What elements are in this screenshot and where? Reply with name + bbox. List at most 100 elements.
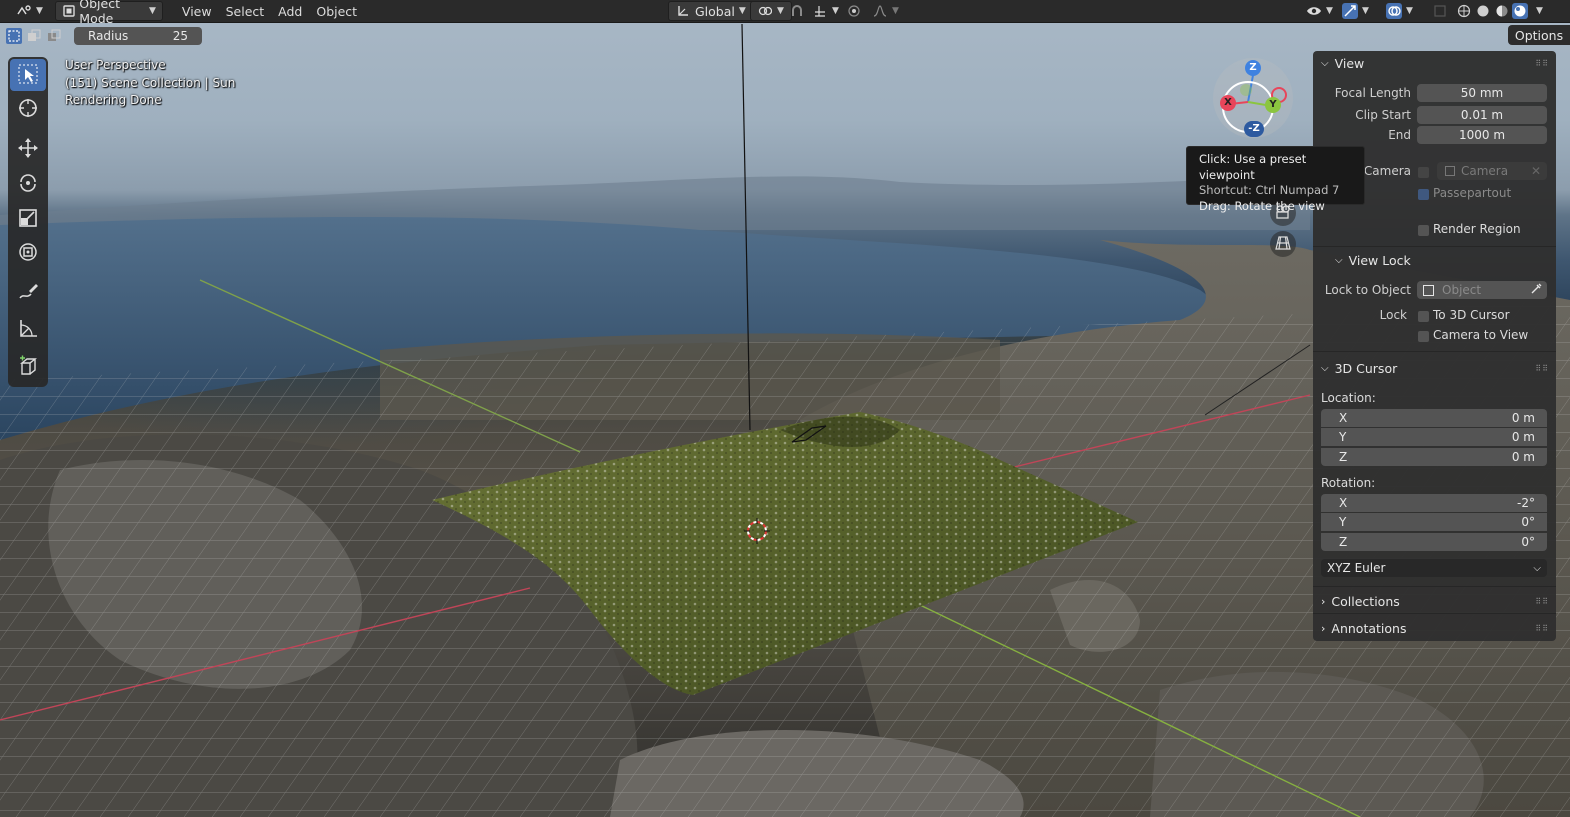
gizmo-z-axis[interactable]: Z — [1245, 60, 1261, 76]
gizmo-y-axis[interactable]: Y — [1265, 97, 1281, 113]
view-section-title: View — [1334, 56, 1365, 71]
wireframe-shading-icon[interactable] — [1456, 3, 1472, 19]
clip-start-field[interactable]: 0.01 m — [1417, 106, 1547, 124]
render-region-label: Render Region — [1433, 222, 1521, 236]
cursor-location-y[interactable]: Y 0 m — [1321, 428, 1547, 446]
drag-handle-icon[interactable]: ⠿⠿ — [1535, 624, 1549, 633]
viewport-header: ▼ Object Mode ▼ View Select Add Object G… — [0, 0, 1570, 26]
lock-to-object-field[interactable]: Object — [1417, 281, 1547, 299]
falloff-dropdown[interactable]: ▼ — [866, 2, 905, 20]
object-mode-icon — [62, 3, 75, 19]
measure-tool[interactable] — [10, 313, 46, 345]
mode-dropdown[interactable]: Object Mode ▼ — [54, 0, 163, 26]
3d-cursor-title: 3D Cursor — [1334, 361, 1398, 376]
eyedropper-icon[interactable] — [1530, 283, 1542, 298]
local-camera-checkbox[interactable] — [1418, 167, 1429, 178]
select-subtract-icon[interactable] — [46, 28, 62, 44]
menu-add[interactable]: Add — [271, 4, 309, 19]
clip-end-field[interactable]: 1000 m — [1417, 126, 1547, 144]
drag-handle-icon[interactable]: ⠿⠿ — [1535, 597, 1549, 606]
chevron-down-icon: ▼ — [1326, 6, 1333, 16]
rotation-mode-dropdown[interactable]: XYZ Euler ⌵ — [1321, 559, 1547, 577]
add-cube-tool[interactable] — [10, 351, 46, 383]
visibility-dropdown[interactable]: ▼ — [1300, 2, 1339, 20]
editor-type-button[interactable]: ▼ — [10, 2, 49, 20]
view-lock-title: View Lock — [1348, 253, 1411, 268]
transform-tool[interactable] — [10, 237, 46, 269]
gizmo-toggle[interactable]: ▼ — [1336, 2, 1375, 20]
snap-icon[interactable] — [789, 3, 805, 19]
rotation-mode-value: XYZ Euler — [1327, 561, 1386, 575]
chevron-down-icon: ▼ — [777, 6, 784, 16]
scale-tool[interactable] — [10, 203, 46, 235]
cursor-location-x[interactable]: X 0 m — [1321, 409, 1547, 427]
location-y-value: 0 m — [1511, 430, 1535, 444]
location-z-value: 0 m — [1511, 450, 1535, 464]
xray-icon[interactable] — [1432, 3, 1448, 19]
rotation-y-value: 0° — [1521, 515, 1535, 529]
pivot-dropdown[interactable]: ▼ — [750, 1, 792, 21]
grid-perspective-icon — [1274, 235, 1292, 254]
annotate-tool[interactable] — [10, 277, 46, 309]
lock-to-3d-cursor-checkbox[interactable] — [1418, 311, 1429, 322]
radius-field[interactable]: Radius 25 — [74, 27, 202, 45]
location-x-value: 0 m — [1511, 411, 1535, 425]
3d-viewport-icon — [16, 3, 32, 19]
drag-handle-icon[interactable]: ⠿⠿ — [1535, 59, 1549, 68]
select-new-icon[interactable] — [6, 28, 22, 44]
select-tool[interactable] — [10, 59, 46, 91]
camera-field[interactable]: Camera ✕ — [1437, 162, 1547, 180]
gizmo-x-axis[interactable]: X — [1220, 95, 1236, 111]
axis-z-label: Z — [1339, 450, 1348, 464]
orientation-dropdown[interactable]: Global ▼ — [668, 1, 756, 21]
solid-shading-icon[interactable] — [1475, 3, 1491, 19]
overlays-toggle[interactable]: ▼ — [1380, 2, 1419, 20]
perspective-toggle-button[interactable] — [1270, 231, 1296, 257]
camera-field-value: Camera — [1461, 164, 1509, 178]
view-lock-section-header[interactable]: ⌵ View Lock — [1335, 253, 1411, 268]
cursor-rotation-z[interactable]: Z 0° — [1321, 533, 1547, 551]
clear-icon[interactable]: ✕ — [1531, 164, 1541, 178]
render-region-checkbox[interactable] — [1418, 225, 1429, 236]
rotation-x-value: -2° — [1517, 496, 1535, 510]
navigation-gizmo[interactable]: Z X Y -Z — [1210, 58, 1300, 148]
chevron-down-icon[interactable]: ▼ — [1536, 6, 1543, 16]
drag-handle-icon[interactable]: ⠿⠿ — [1535, 364, 1549, 373]
chevron-down-icon: ▼ — [36, 6, 43, 16]
tooltip-line-1: Click: Use a preset viewpoint — [1199, 152, 1307, 182]
divider — [1313, 613, 1556, 614]
passepartout-checkbox[interactable] — [1418, 189, 1429, 200]
menu-select[interactable]: Select — [219, 4, 272, 19]
view-section-header[interactable]: ⌵ View — [1321, 56, 1364, 71]
chevron-down-icon: ▼ — [149, 6, 156, 16]
object-visibility-icon — [1306, 3, 1322, 19]
focal-length-field[interactable]: 50 mm — [1417, 84, 1547, 102]
3d-cursor-section-header[interactable]: ⌵ 3D Cursor — [1321, 361, 1397, 376]
rendered-shading-icon[interactable] — [1512, 3, 1528, 19]
cursor-rotation-x[interactable]: X -2° — [1321, 494, 1547, 512]
divider — [1313, 351, 1556, 352]
menu-view[interactable]: View — [175, 4, 219, 19]
tooltip-line-3: Drag: Rotate the view — [1199, 198, 1325, 213]
cursor-rotation-y[interactable]: Y 0° — [1321, 513, 1547, 531]
gizmo-tooltip: Click: Use a preset viewpoint Shortcut: … — [1186, 146, 1365, 213]
proportional-editing-icon[interactable] — [846, 3, 862, 19]
move-tool[interactable] — [10, 133, 46, 165]
menu-object[interactable]: Object — [309, 4, 364, 19]
cursor-location-z[interactable]: Z 0 m — [1321, 448, 1547, 466]
collections-section-header[interactable]: › Collections — [1321, 594, 1400, 609]
chevron-down-icon: ▼ — [1362, 6, 1369, 16]
gizmo-neg-z-axis[interactable]: -Z — [1244, 121, 1264, 137]
camera-to-view-label: Camera to View — [1433, 328, 1529, 342]
annotate-pencil-icon — [17, 281, 39, 306]
material-shading-icon[interactable] — [1494, 3, 1510, 19]
tooltip-line-2: Shortcut: Ctrl Numpad 7 — [1199, 183, 1340, 197]
annotations-section-header[interactable]: › Annotations — [1321, 621, 1406, 636]
select-extend-icon[interactable] — [26, 28, 42, 44]
cursor-tool[interactable] — [10, 93, 46, 125]
options-button[interactable]: Options — [1508, 25, 1570, 45]
camera-to-view-checkbox[interactable] — [1418, 331, 1429, 342]
rotate-tool[interactable] — [10, 167, 46, 199]
snap-target-dropdown[interactable]: ▼ — [806, 2, 845, 20]
3d-cursor-icon — [17, 97, 39, 122]
